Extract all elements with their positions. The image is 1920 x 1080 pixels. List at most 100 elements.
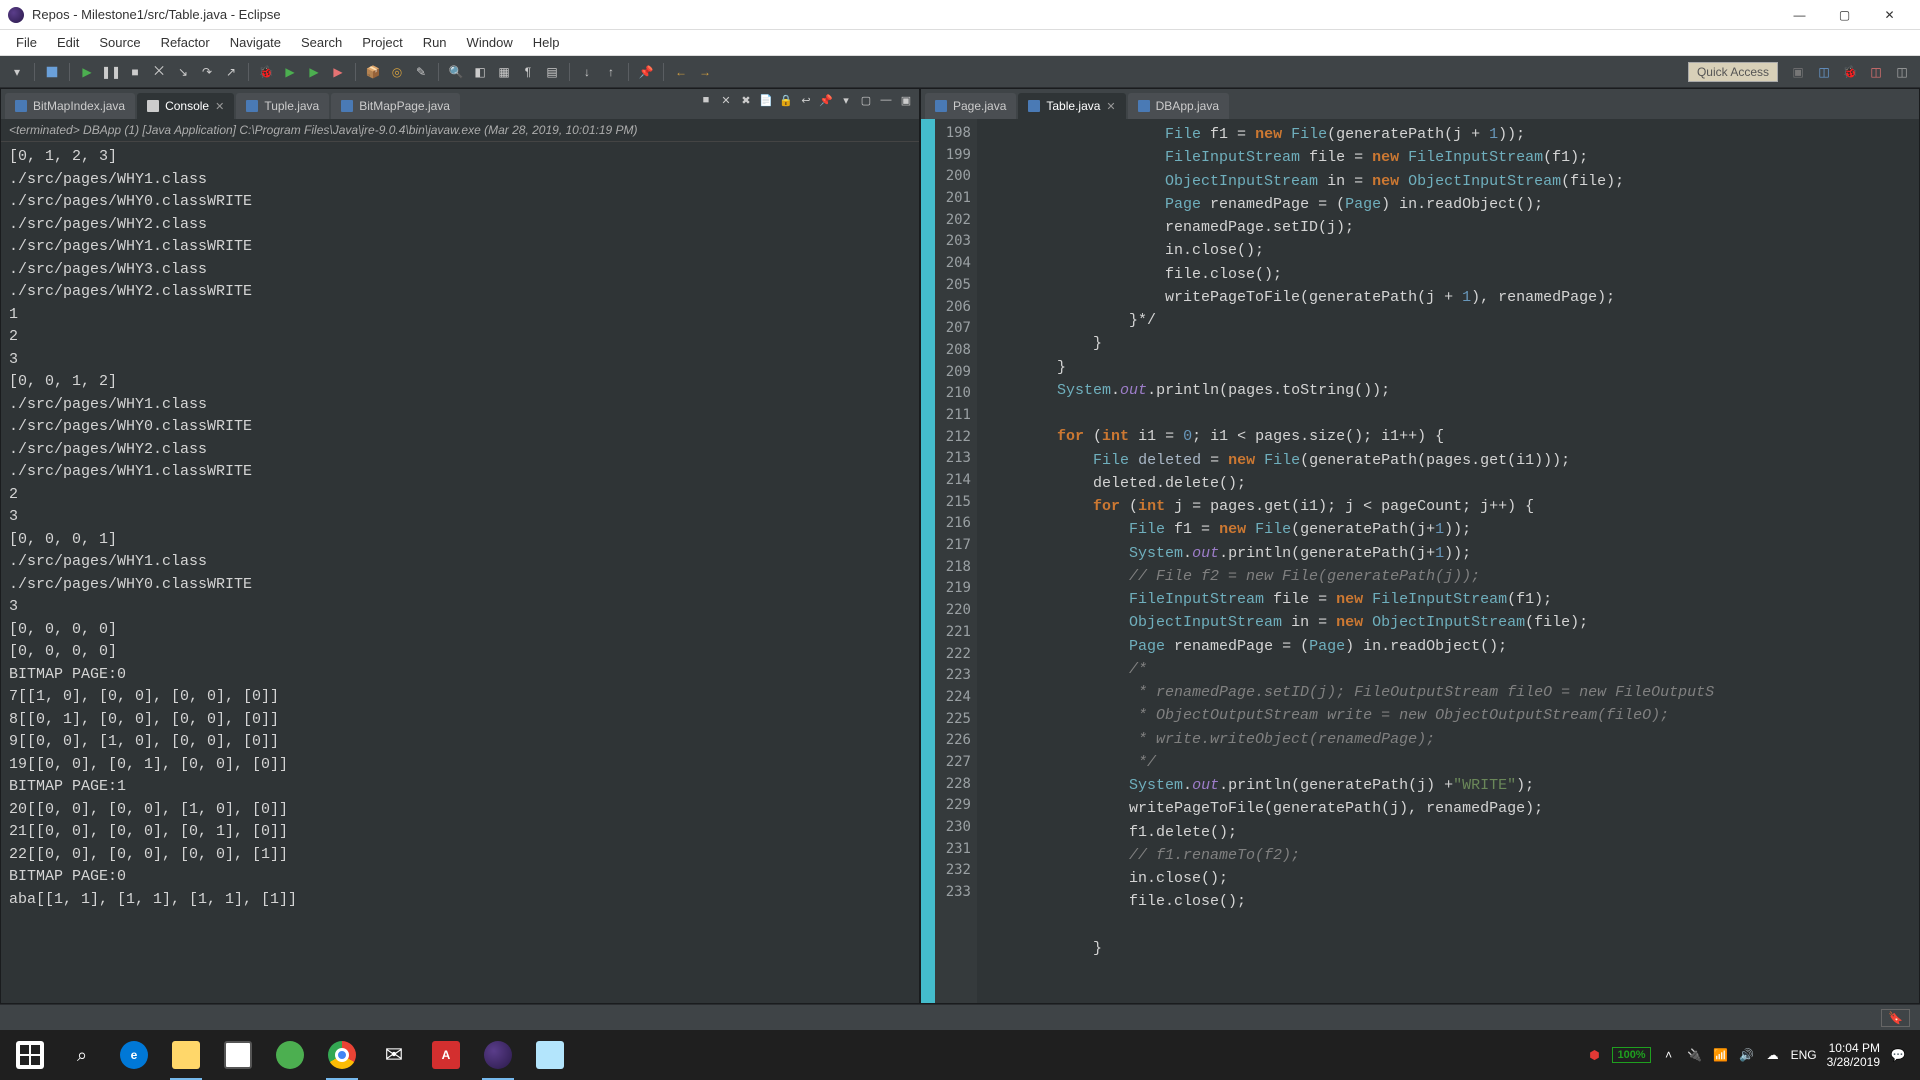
tab-label: Console (165, 99, 209, 113)
taskbar-edge[interactable]: e (108, 1030, 160, 1080)
tray-app-icon[interactable]: ⬢ (1586, 1047, 1602, 1063)
bug-icon[interactable]: 🐞 (255, 61, 277, 83)
console-display-selected-icon[interactable]: ▾ (837, 91, 855, 109)
console-terminate-icon[interactable]: ■ (697, 91, 715, 109)
taskbar-store[interactable] (212, 1030, 264, 1080)
new-icon[interactable]: ▾ (6, 61, 28, 83)
quick-access-field[interactable]: Quick Access (1688, 62, 1778, 82)
search-button[interactable]: ⌕ (56, 1030, 108, 1080)
team-perspective-icon[interactable]: ◫ (1891, 61, 1913, 83)
window-titlebar: Repos - Milestone1/src/Table.java - Ecli… (0, 0, 1920, 30)
console-word-wrap-icon[interactable]: ↩ (797, 91, 815, 109)
taskbar-eclipse[interactable] (472, 1030, 524, 1080)
language-indicator[interactable]: ENG (1791, 1047, 1817, 1063)
tab-console[interactable]: Console ✕ (137, 93, 234, 119)
close-icon[interactable]: ✕ (215, 100, 224, 113)
volume-icon[interactable]: 🔊 (1739, 1047, 1755, 1063)
run-icon[interactable]: ▶ (279, 61, 301, 83)
debug-stop-icon[interactable]: ■ (124, 61, 146, 83)
debug-pause-icon[interactable]: ❚❚ (100, 61, 122, 83)
pin-editor-icon[interactable]: 📌 (635, 61, 657, 83)
battery-indicator[interactable]: 100% (1612, 1047, 1650, 1063)
toggle-block-icon[interactable]: ▦ (493, 61, 515, 83)
menu-source[interactable]: Source (89, 31, 150, 54)
code-body[interactable]: File f1 = new File(generatePath(j + 1));… (977, 119, 1919, 1003)
back-icon[interactable]: ← (670, 61, 692, 83)
menu-help[interactable]: Help (523, 31, 570, 54)
debug-run-icon[interactable]: ▶ (76, 61, 98, 83)
close-icon[interactable]: ✕ (1106, 100, 1115, 113)
start-button[interactable] (4, 1030, 56, 1080)
menu-file[interactable]: File (6, 31, 47, 54)
console-remove-launch-icon[interactable]: ✕ (717, 91, 735, 109)
external-tools-icon[interactable]: ▶ (327, 61, 349, 83)
taskbar-acrobat[interactable]: A (420, 1030, 472, 1080)
menu-project[interactable]: Project (352, 31, 412, 54)
wifi-icon[interactable]: 📶 (1713, 1047, 1729, 1063)
menu-search[interactable]: Search (291, 31, 352, 54)
tag-icon: 🔖 (1888, 1011, 1903, 1025)
prev-annotation-icon[interactable]: ↑ (600, 61, 622, 83)
java-file-icon (1138, 100, 1150, 112)
step-over-icon[interactable]: ↷ (196, 61, 218, 83)
taskbar-app-green[interactable] (264, 1030, 316, 1080)
console-min-icon[interactable]: — (877, 91, 895, 109)
console-output[interactable]: [0, 1, 2, 3] ./src/pages/WHY1.class ./sr… (1, 142, 919, 1003)
notifications-icon[interactable]: 💬 (1890, 1047, 1906, 1063)
code-editor[interactable]: 198 199 200 201 202 203 204 205 206 207 … (921, 119, 1919, 1003)
new-class-icon[interactable]: ◎ (386, 61, 408, 83)
save-icon[interactable] (41, 61, 63, 83)
open-perspective-icon[interactable]: ▣ (1787, 61, 1809, 83)
main-workspace: BitMapIndex.java Console ✕ Tuple.java Bit… (0, 88, 1920, 1004)
menu-edit[interactable]: Edit (47, 31, 89, 54)
tab-label: BitMapPage.java (359, 99, 450, 113)
status-indicator[interactable]: 🔖 (1881, 1009, 1910, 1027)
menu-refactor[interactable]: Refactor (151, 31, 220, 54)
open-type-icon[interactable]: ✎ (410, 61, 432, 83)
close-button[interactable]: ✕ (1867, 1, 1912, 29)
power-icon[interactable]: 🔌 (1687, 1047, 1703, 1063)
menu-run[interactable]: Run (413, 31, 457, 54)
tab-bitmappage[interactable]: BitMapPage.java (331, 93, 460, 119)
change-gutter (921, 119, 935, 1003)
console-clear-icon[interactable]: 📄 (757, 91, 775, 109)
tab-table-java[interactable]: Table.java✕ (1018, 93, 1125, 119)
search-icon[interactable]: 🔍 (445, 61, 467, 83)
debug-perspective-icon[interactable]: 🐞 (1839, 61, 1861, 83)
onedrive-icon[interactable]: ☁ (1765, 1047, 1781, 1063)
console-max-icon[interactable]: ▣ (897, 91, 915, 109)
tab-label: Page.java (953, 99, 1006, 113)
tray-chevron-up-icon[interactable]: ˄ (1661, 1047, 1677, 1063)
tab-page-java[interactable]: Page.java (925, 93, 1016, 119)
forward-icon[interactable]: → (694, 61, 716, 83)
menu-window[interactable]: Window (457, 31, 523, 54)
tab-tuple[interactable]: Tuple.java (236, 93, 329, 119)
clock-time: 10:04 PM (1827, 1041, 1880, 1055)
coverage-icon[interactable]: ▶ (303, 61, 325, 83)
menu-navigate[interactable]: Navigate (220, 31, 291, 54)
minimize-button[interactable]: — (1777, 1, 1822, 29)
tab-dbapp-java[interactable]: DBApp.java (1128, 93, 1229, 119)
toggle-breadcrumb-icon[interactable]: ▤ (541, 61, 563, 83)
java-perspective-icon[interactable]: ◫ (1813, 61, 1835, 83)
taskbar-chrome[interactable] (316, 1030, 368, 1080)
console-remove-all-icon[interactable]: ✖ (737, 91, 755, 109)
taskbar-notepad[interactable] (524, 1030, 576, 1080)
debug-disconnect-icon[interactable]: ⨉ (148, 61, 170, 83)
git-perspective-icon[interactable]: ◫ (1865, 61, 1887, 83)
clock[interactable]: 10:04 PM 3/28/2019 (1827, 1041, 1880, 1070)
toggle-mark-icon[interactable]: ◧ (469, 61, 491, 83)
console-scroll-lock-icon[interactable]: 🔒 (777, 91, 795, 109)
step-return-icon[interactable]: ↗ (220, 61, 242, 83)
console-pin-icon[interactable]: 📌 (817, 91, 835, 109)
tab-label: DBApp.java (1156, 99, 1219, 113)
step-into-icon[interactable]: ↘ (172, 61, 194, 83)
maximize-button[interactable]: ▢ (1822, 1, 1867, 29)
console-open-icon[interactable]: ▢ (857, 91, 875, 109)
taskbar-mail[interactable]: ✉ (368, 1030, 420, 1080)
taskbar-file-explorer[interactable] (160, 1030, 212, 1080)
show-whitespace-icon[interactable]: ¶ (517, 61, 539, 83)
tab-bitmapindex[interactable]: BitMapIndex.java (5, 93, 135, 119)
next-annotation-icon[interactable]: ↓ (576, 61, 598, 83)
new-package-icon[interactable]: 📦 (362, 61, 384, 83)
